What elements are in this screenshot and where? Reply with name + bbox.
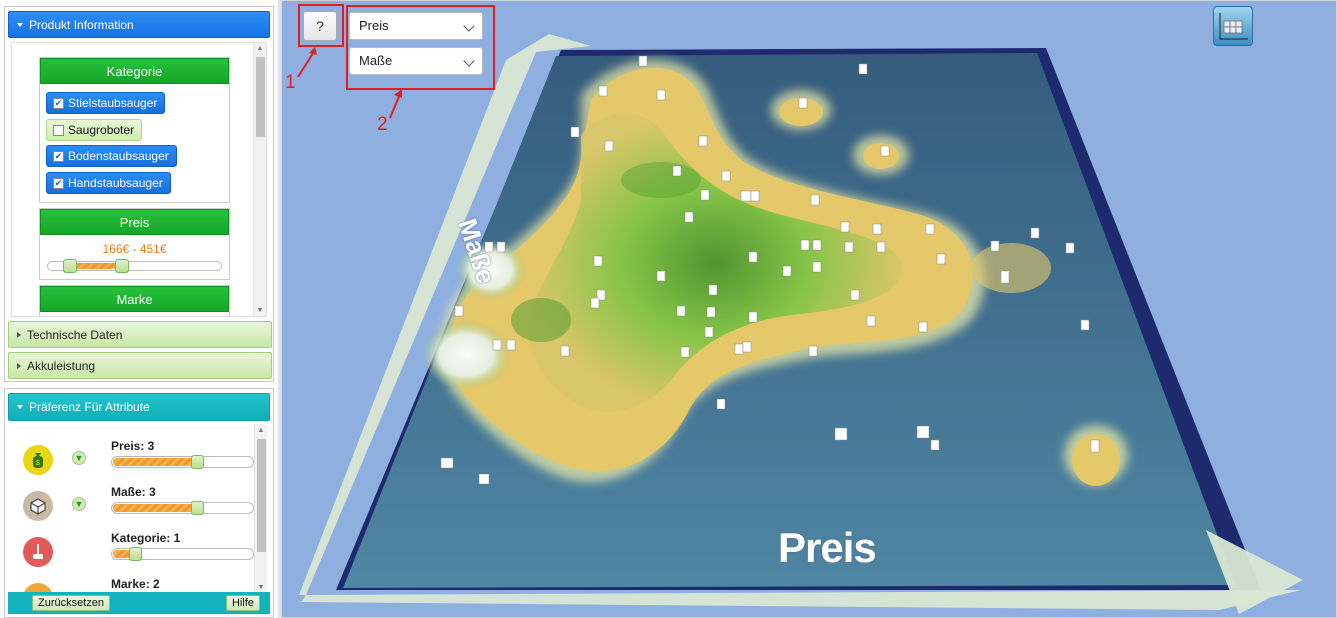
category-label: Stielstaubsauger	[68, 96, 158, 110]
accordion-label: Akkuleistung	[27, 358, 96, 373]
map-view[interactable]: ? Preis Maße 1 2 Preis Maße	[281, 0, 1337, 618]
preference-label: Preis: 3	[111, 439, 155, 453]
3d-view-toggle-icon[interactable]	[1213, 6, 1253, 46]
collapse-triangle-icon	[17, 405, 23, 409]
price-min-handle[interactable]	[63, 259, 77, 273]
category-chip-handstaubsauger[interactable]: ✔ Handstaubsauger	[46, 172, 171, 194]
price-range-slider[interactable]	[47, 259, 222, 273]
preference-scrollarea[interactable]: $ ▼ Preis: 3 ▼ Maße: 3 Kategorie: 1 Mark…	[11, 425, 267, 593]
decrease-arrow-icon[interactable]: ▼	[72, 497, 86, 511]
collapse-triangle-icon	[17, 22, 23, 27]
accordion-akkuleistung[interactable]: Akkuleistung	[8, 352, 272, 379]
checkbox-unchecked-icon[interactable]	[53, 124, 64, 136]
help-button[interactable]: Hilfe	[225, 595, 260, 611]
category-chip-stielstaubsauger[interactable]: ✔ Stielstaubsauger	[46, 92, 166, 114]
preference-label: Maße: 3	[111, 485, 156, 499]
preference-slider-fill	[113, 458, 198, 466]
left-sidebar: Produkt Information Kategorie ✔ Stielsta…	[0, 0, 278, 618]
price-max-handle[interactable]	[115, 259, 129, 273]
category-label: Saugroboter	[68, 123, 135, 137]
kategorie-header[interactable]: Kategorie	[40, 58, 229, 84]
reset-button[interactable]: Zurücksetzen	[32, 595, 111, 611]
marke-header[interactable]: Marke	[40, 286, 229, 312]
scroll-thumb[interactable]	[256, 57, 265, 137]
accordion-label: Technische Daten	[27, 327, 123, 342]
preference-slider-fill	[113, 504, 198, 512]
svg-text:$: $	[36, 460, 40, 467]
vacuum-icon	[23, 537, 53, 567]
preference-slider-handle[interactable]	[191, 501, 204, 515]
preference-header[interactable]: Präferenz Für Attribute	[8, 393, 270, 421]
preference-item-preis: $ ▼ Preis: 3	[11, 439, 261, 485]
category-label: Bodenstaubsauger	[68, 149, 169, 163]
expand-arrow-icon	[17, 331, 21, 338]
cube-icon	[23, 491, 53, 521]
scroll-thumb[interactable]	[257, 439, 266, 552]
island-small-4	[971, 243, 1051, 293]
scroll-down-icon[interactable]: ▼	[255, 584, 267, 591]
preference-panel: Präferenz Für Attribute $ ▼ Preis: 3 ▼ M	[4, 388, 274, 618]
kategorie-section: Kategorie ✔ Stielstaubsauger Saugroboter…	[39, 57, 230, 203]
checkbox-checked-icon[interactable]: ✔	[53, 97, 64, 109]
preference-scrollbar[interactable]: ▲ ▼	[254, 425, 267, 593]
scroll-up-icon[interactable]: ▲	[254, 45, 266, 52]
preference-label: Marke: 2	[111, 577, 160, 591]
product-info-panel: Produkt Information Kategorie ✔ Stielsta…	[4, 6, 274, 382]
preference-slider-handle[interactable]	[129, 547, 142, 561]
preference-slider-masse[interactable]	[111, 501, 254, 515]
preference-item-masse: ▼ Maße: 3	[11, 485, 261, 531]
money-bag-icon: $	[23, 445, 53, 475]
category-label: Handstaubsauger	[68, 176, 163, 190]
checkbox-checked-icon[interactable]: ✔	[53, 177, 64, 189]
annotation-label-2: 2	[377, 114, 388, 135]
preference-item-marke: Marke: 2	[11, 577, 261, 593]
preference-slider-kategorie[interactable]	[111, 547, 254, 561]
preference-label: Kategorie: 1	[111, 531, 181, 545]
marke-section: Marke	[39, 285, 230, 316]
product-info-header[interactable]: Produkt Information	[8, 11, 270, 38]
product-info-title: Produkt Information	[29, 17, 134, 32]
preference-slider-preis[interactable]	[111, 455, 254, 469]
checkbox-checked-icon[interactable]: ✔	[53, 150, 64, 162]
product-filter-scrollarea[interactable]: Kategorie ✔ Stielstaubsauger Saugroboter…	[11, 42, 267, 317]
preference-item-kategorie: Kategorie: 1	[11, 531, 261, 577]
preference-footer: Zurücksetzen Hilfe	[8, 592, 270, 614]
scroll-up-icon[interactable]: ▲	[255, 427, 267, 434]
category-chip-saugroboter[interactable]: Saugroboter	[46, 119, 143, 141]
expand-arrow-icon	[17, 362, 21, 369]
price-range-text: 166€ - 451€	[102, 242, 167, 256]
accordion-technische-daten[interactable]: Technische Daten	[8, 321, 272, 348]
category-chip-bodenstaubsauger[interactable]: ✔ Bodenstaubsauger	[46, 145, 177, 167]
x-axis-label: Preis	[778, 524, 877, 571]
annotation-box-2	[346, 5, 495, 90]
preis-section: Preis 166€ - 451€	[39, 208, 230, 280]
annotation-label-1: 1	[285, 72, 296, 93]
preference-title: Präferenz Für Attribute	[29, 400, 150, 414]
decrease-arrow-icon[interactable]: ▼	[72, 451, 86, 465]
preference-slider-handle[interactable]	[191, 455, 204, 469]
scroll-down-icon[interactable]: ▼	[254, 307, 266, 314]
annotation-box-1	[298, 4, 344, 47]
product-filter-scrollbar[interactable]: ▲ ▼	[253, 43, 266, 316]
preis-header[interactable]: Preis	[40, 209, 229, 235]
